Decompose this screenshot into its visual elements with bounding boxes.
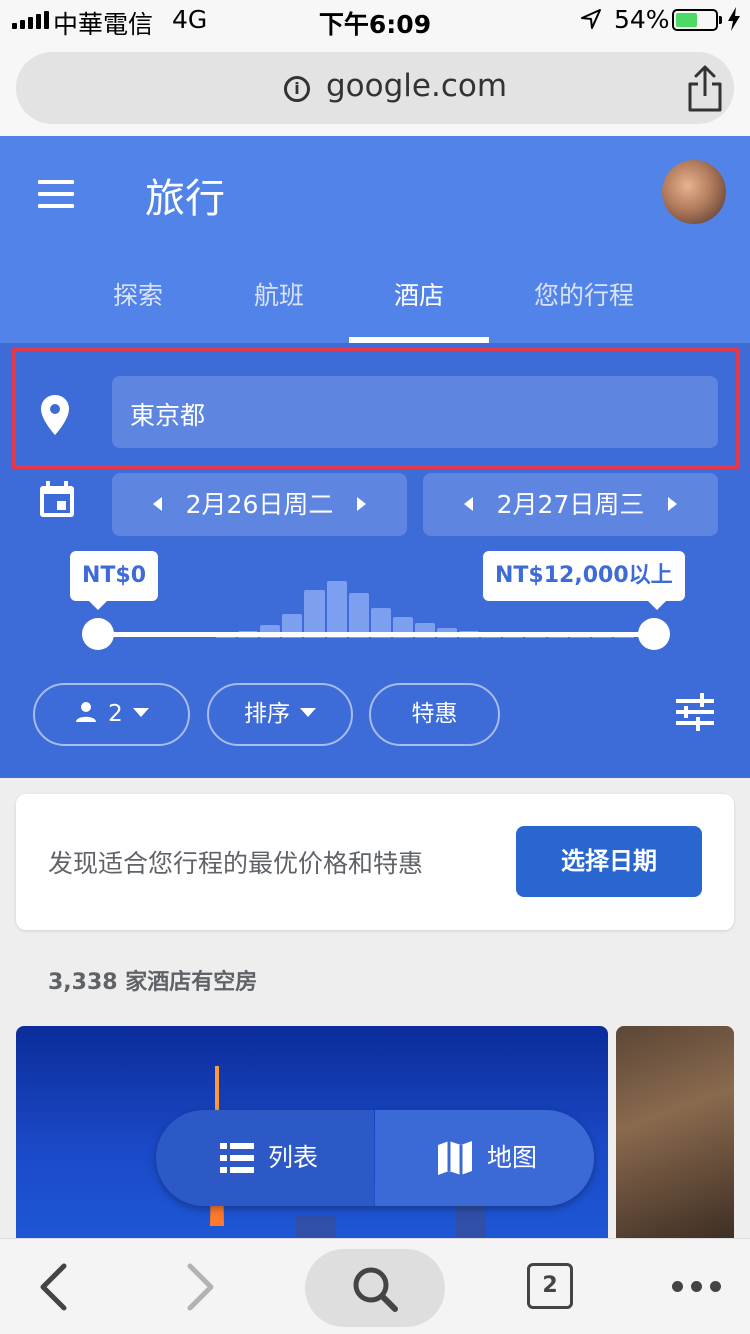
location-pin-icon <box>41 395 69 435</box>
share-icon[interactable] <box>684 64 726 114</box>
map-icon <box>438 1141 472 1175</box>
forward-icon[interactable] <box>186 1263 216 1311</box>
filter-sliders-icon[interactable] <box>676 693 714 731</box>
price-min-label: NT$0 <box>70 551 159 610</box>
deals-label: 特惠 <box>411 701 458 727</box>
tab-explore[interactable]: 探索 <box>113 276 163 312</box>
tab-trips[interactable]: 您的行程 <box>534 276 634 312</box>
map-view-button[interactable]: 地图 <box>375 1110 594 1206</box>
person-icon <box>76 701 97 722</box>
info-icon[interactable]: i <box>284 76 310 102</box>
url-text: google.com <box>326 68 508 104</box>
search-icon <box>353 1267 398 1312</box>
price-histogram <box>216 578 636 638</box>
list-icon <box>220 1143 254 1173</box>
battery-percent: 54% <box>614 5 670 34</box>
location-arrow-icon <box>581 9 601 29</box>
promo-card: 发现适合您行程的最优价格和特惠 选择日期 <box>16 794 734 930</box>
histogram-bar <box>304 590 325 638</box>
promo-text: 发现适合您行程的最优价格和特惠 <box>48 849 424 878</box>
app-header: 旅行 探索 航班 酒店 您的行程 <box>0 136 750 343</box>
sort-chip[interactable]: 排序 <box>207 683 353 746</box>
prev-date-arrow-icon[interactable] <box>463 497 473 511</box>
histogram-bar <box>326 581 347 638</box>
check-in-date-button[interactable]: 2月26日周二 <box>112 473 407 536</box>
price-slider-max-handle[interactable] <box>638 618 670 650</box>
sort-label: 排序 <box>244 701 290 727</box>
check-out-date: 2月27日周三 <box>496 490 645 519</box>
back-icon[interactable] <box>38 1263 68 1311</box>
map-view-label: 地图 <box>487 1143 538 1172</box>
list-view-button[interactable]: 列表 <box>156 1110 374 1206</box>
check-out-date-button[interactable]: 2月27日周三 <box>423 473 718 536</box>
list-view-label: 列表 <box>268 1143 319 1172</box>
browser-toolbar: 2 <box>0 1238 750 1334</box>
view-toggle: 列表 地图 <box>156 1110 594 1206</box>
address-bar[interactable]: i google.com <box>16 52 734 124</box>
hotel-card-image[interactable] <box>616 1026 734 1246</box>
charging-bolt-icon <box>728 7 740 31</box>
hamburger-menu-icon[interactable] <box>38 180 74 208</box>
more-options-icon[interactable] <box>672 1281 721 1292</box>
next-date-arrow-icon[interactable] <box>668 497 678 511</box>
prev-date-arrow-icon[interactable] <box>152 497 162 511</box>
battery-icon <box>672 9 722 31</box>
chevron-down-icon <box>132 708 149 717</box>
select-dates-button[interactable]: 选择日期 <box>516 826 702 897</box>
check-in-date: 2月26日周二 <box>185 490 334 519</box>
tab-hotels[interactable]: 酒店 <box>394 276 444 312</box>
result-count: 3,338 家酒店有空房 <box>48 970 258 995</box>
avatar[interactable] <box>662 160 726 224</box>
guests-count: 2 <box>108 701 123 727</box>
search-button[interactable] <box>305 1249 445 1327</box>
deals-chip[interactable]: 特惠 <box>369 683 500 746</box>
search-panel: 東京都 2月26日周二 2月27日周三 NT$0 NT$12,000以上 2 排… <box>0 343 750 778</box>
price-slider-track[interactable] <box>98 632 654 637</box>
chevron-down-icon <box>300 708 316 717</box>
destination-input[interactable]: 東京都 <box>112 376 718 448</box>
status-bar: 中華電信 4G 下午6:09 54% <box>0 0 750 40</box>
tab-flights[interactable]: 航班 <box>254 276 304 312</box>
guests-chip[interactable]: 2 <box>33 683 190 746</box>
calendar-icon <box>40 481 74 517</box>
app-title: 旅行 <box>145 176 225 222</box>
browser-chrome: i google.com <box>0 40 750 136</box>
tabs-count-button[interactable]: 2 <box>527 1263 573 1309</box>
next-date-arrow-icon[interactable] <box>357 497 367 511</box>
price-slider-min-handle[interactable] <box>82 618 114 650</box>
